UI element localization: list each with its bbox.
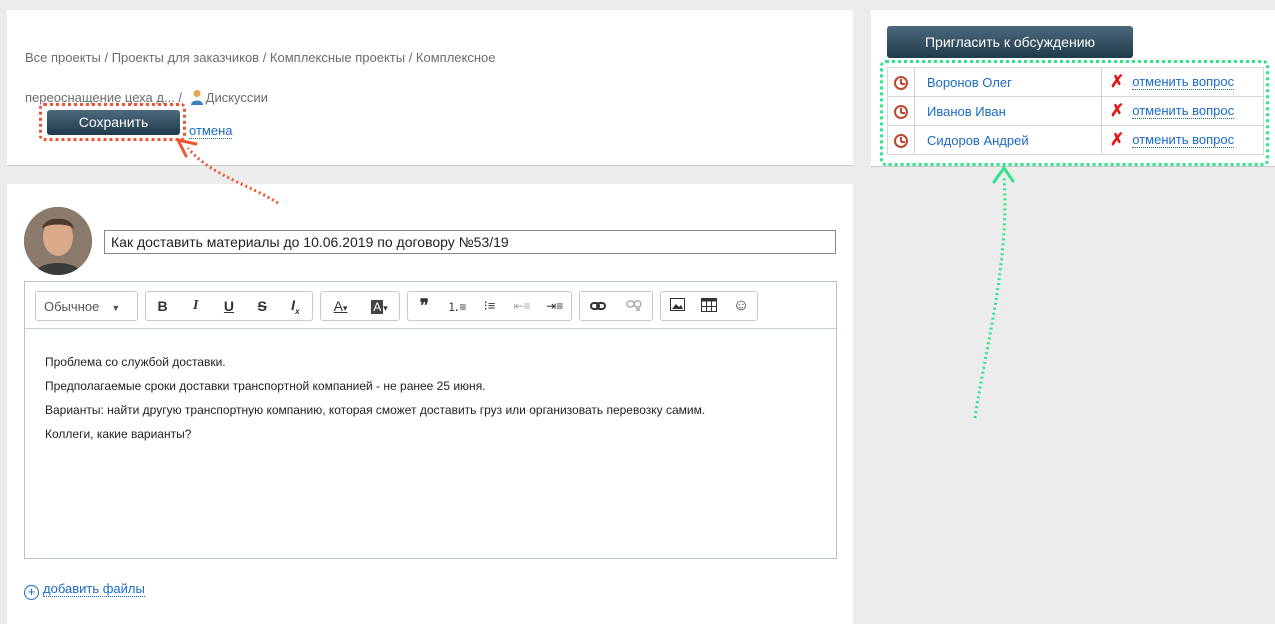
background-color-icon[interactable]: A ▾: [368, 298, 392, 314]
participant-name[interactable]: Сидоров Андрей: [914, 125, 1102, 155]
bold-icon[interactable]: B: [151, 298, 175, 314]
cancel-link[interactable]: отмена: [189, 124, 233, 139]
subject-input[interactable]: [104, 230, 836, 254]
outdent-icon[interactable]: ⇤≡: [510, 299, 534, 313]
participants-table: Воронов Олег ✗ отменить вопрос Иванов Ива…: [887, 67, 1264, 155]
underline-icon[interactable]: U: [217, 298, 241, 314]
breadcrumb-line-1[interactable]: Все проекты / Проекты для заказчиков / К…: [25, 38, 825, 78]
link-icon[interactable]: [586, 298, 610, 314]
green-arrow: [973, 175, 1007, 419]
body-line: Проблема со службой доставки.: [45, 355, 226, 369]
italic-icon[interactable]: I: [184, 298, 208, 314]
green-arrowhead: [992, 166, 1015, 184]
clear-format-icon[interactable]: Ix: [283, 297, 307, 316]
cancel-question-link[interactable]: отменить вопрос: [1132, 74, 1235, 90]
table-icon[interactable]: [697, 297, 721, 315]
discussion-person-icon: [190, 81, 204, 105]
body-line: Варианты: найти другую транспортную комп…: [45, 403, 706, 417]
table-row: Воронов Олег ✗ отменить вопрос: [887, 67, 1264, 97]
text-color-icon[interactable]: A▾: [329, 298, 353, 314]
rich-text-editor: Обычное ▼ B I U S Ix A▾ A ▾ ❞ ⒈≡ ⁝≡ ⇤≡ ⇥≡: [24, 281, 837, 559]
numbered-list-icon[interactable]: ⒈≡: [445, 298, 469, 315]
editor-toolbar: Обычное ▼ B I U S Ix A▾ A ▾ ❞ ⒈≡ ⁝≡ ⇤≡ ⇥≡: [25, 282, 836, 329]
participant-name[interactable]: Воронов Олег: [914, 67, 1102, 97]
clock-icon: [894, 133, 908, 148]
participant-name[interactable]: Иванов Иван: [914, 96, 1102, 126]
invite-panel: Пригласить к обсуждению Воронов Олег ✗ от…: [871, 10, 1275, 167]
strikethrough-icon[interactable]: S: [250, 298, 274, 314]
participants-highlight: Воронов Олег ✗ отменить вопрос Иванов Ива…: [880, 60, 1269, 166]
message-editor-panel: Обычное▼ B I U S Ix A▾ A▾ ❞ ⒈≡ ⁝≡ ⇤≡ ⇥≡: [7, 184, 853, 624]
table-row: Иванов Иван ✗ отменить вопрос: [887, 96, 1264, 126]
body-line: Коллеги, какие варианты?: [45, 427, 192, 441]
cross-icon[interactable]: ✗: [1110, 72, 1124, 92]
header-panel: Все проекты / Проекты для заказчиков / К…: [7, 10, 853, 166]
clock-icon: [894, 75, 908, 90]
avatar: [24, 207, 92, 275]
save-highlight: Сохранить: [39, 103, 186, 141]
cancel-question-link[interactable]: отменить вопрос: [1132, 103, 1235, 119]
save-button[interactable]: Сохранить: [47, 110, 180, 135]
unlink-icon[interactable]: [622, 298, 646, 314]
invite-to-discussion-button[interactable]: Пригласить к обсуждению: [887, 26, 1133, 58]
format-select[interactable]: Обычное ▼: [36, 299, 128, 314]
cancel-question-link[interactable]: отменить вопрос: [1132, 132, 1235, 148]
indent-icon[interactable]: ⇥≡: [543, 299, 567, 313]
table-row: Сидоров Андрей ✗ отменить вопрос: [887, 125, 1264, 155]
image-icon[interactable]: [665, 298, 689, 314]
blockquote-icon[interactable]: ❞: [412, 296, 436, 316]
breadcrumb-current: Дискуссии: [205, 90, 268, 105]
add-files-link[interactable]: + добавить файлы: [24, 581, 145, 600]
emoji-icon[interactable]: ☺: [729, 297, 753, 315]
body-line: Предполагаемые сроки доставки транспортн…: [45, 379, 486, 393]
cross-icon[interactable]: ✗: [1110, 130, 1124, 150]
editor-content[interactable]: Проблема со службой доставки. Предполага…: [25, 329, 836, 467]
bulleted-list-icon[interactable]: ⁝≡: [477, 298, 501, 314]
cross-icon[interactable]: ✗: [1110, 101, 1124, 121]
clock-icon: [894, 104, 908, 119]
plus-circle-icon: +: [24, 585, 39, 600]
